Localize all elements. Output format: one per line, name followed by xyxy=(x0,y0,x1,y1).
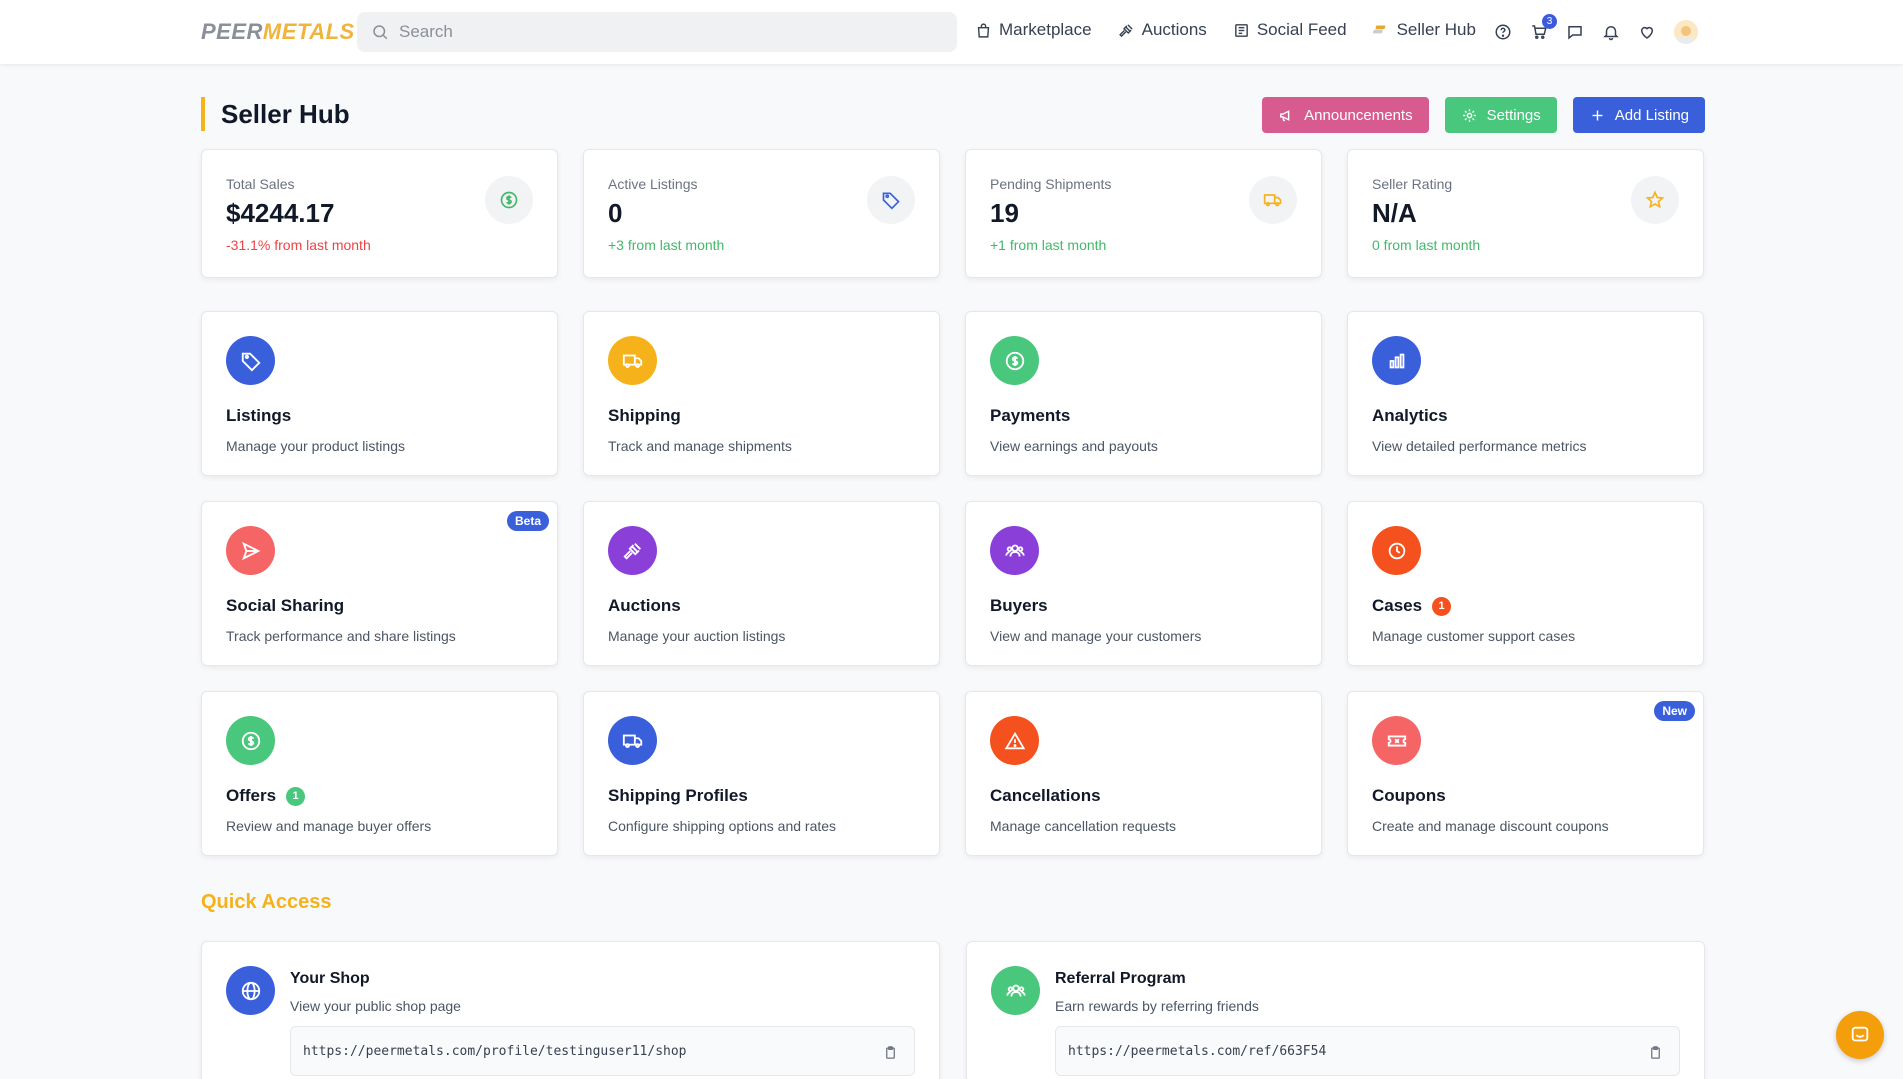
user-avatar[interactable] xyxy=(1674,20,1698,44)
add-listing-button[interactable]: Add Listing xyxy=(1572,97,1705,133)
tag-icon xyxy=(867,176,915,224)
help-icon xyxy=(1495,24,1511,40)
stats-row: Total Sales $4244.17 -31.1% from last mo… xyxy=(201,149,1705,278)
ticket-icon xyxy=(1372,716,1421,765)
nav-link-auctions[interactable]: Auctions xyxy=(1118,20,1207,40)
feature-card-payments[interactable]: Payments View earnings and payouts xyxy=(965,311,1322,476)
cases-count-badge: 1 xyxy=(1432,596,1452,616)
clipboard-icon xyxy=(1650,1045,1660,1059)
gold-bars-icon xyxy=(1372,25,1385,33)
nav-link-marketplace[interactable]: Marketplace xyxy=(975,20,1092,40)
feature-card-listings[interactable]: Listings Manage your product listings xyxy=(201,311,558,476)
messages-button[interactable] xyxy=(1566,23,1584,41)
stat-card-active-listings: Active Listings 0 +3 from last month xyxy=(583,149,940,278)
truck-icon xyxy=(608,716,657,765)
feature-card-coupons[interactable]: New Coupons Create and manage discount c… xyxy=(1347,691,1704,856)
search-input[interactable] xyxy=(399,22,939,42)
nav-link-social-feed[interactable]: Social Feed xyxy=(1233,20,1347,40)
gear-icon xyxy=(1462,108,1476,122)
bell-icon xyxy=(1603,26,1619,41)
new-badge: New xyxy=(1654,701,1695,721)
truck-icon xyxy=(608,336,657,385)
header-actions: Announcements Settings Add Listing xyxy=(1262,97,1705,133)
feature-card-social-sharing[interactable]: Beta Social Sharing Track performance an… xyxy=(201,501,558,666)
nav-icon-group: 3 xyxy=(1494,14,1698,44)
stat-card-total-sales: Total Sales $4244.17 -31.1% from last mo… xyxy=(201,149,558,278)
search-icon xyxy=(373,25,388,40)
shop-url-field[interactable]: https://peermetals.com/profile/testingus… xyxy=(290,1026,915,1076)
copy-referral-url-button[interactable] xyxy=(1643,1040,1667,1064)
search-bar xyxy=(357,12,957,52)
chat-bubble-icon xyxy=(1568,26,1582,40)
users-icon xyxy=(990,526,1039,575)
chat-icon xyxy=(1851,1026,1869,1042)
newspaper-icon xyxy=(1234,23,1248,37)
feature-card-shipping[interactable]: Shipping Track and manage shipments xyxy=(583,311,940,476)
dollar-icon xyxy=(485,176,533,224)
truck-icon xyxy=(1249,176,1297,224)
plus-icon xyxy=(1592,110,1603,120)
quick-access-cards: Your Shop View your public shop page htt… xyxy=(201,941,1705,1079)
feature-card-cancellations[interactable]: Cancellations Manage cancellation reques… xyxy=(965,691,1322,856)
feature-card-cases[interactable]: Cases 1 Manage customer support cases xyxy=(1347,501,1704,666)
notifications-button[interactable] xyxy=(1602,23,1620,41)
tag-icon xyxy=(226,336,275,385)
top-navbar: PEERMETALS Marketplace Auctions Social F… xyxy=(0,0,1903,64)
avatar-icon xyxy=(1674,20,1698,44)
bar-chart-icon xyxy=(1372,336,1421,385)
quick-access-referral-program: Referral Program Earn rewards by referri… xyxy=(966,941,1705,1079)
cart-button[interactable]: 3 xyxy=(1530,14,1557,41)
dollar-icon xyxy=(990,336,1039,385)
clock-icon xyxy=(1372,526,1421,575)
settings-button[interactable]: Settings xyxy=(1444,97,1557,133)
page-header: Seller Hub Announcements Settings Add Li… xyxy=(201,97,1705,133)
copy-shop-url-button[interactable] xyxy=(878,1040,902,1064)
globe-icon xyxy=(226,966,275,1015)
star-icon xyxy=(1631,176,1679,224)
wishlist-button[interactable] xyxy=(1638,23,1656,41)
quick-access-heading: Quick Access xyxy=(201,891,332,913)
feature-card-offers[interactable]: Offers 1 Review and manage buyer offers xyxy=(201,691,558,856)
megaphone-icon xyxy=(1280,109,1290,121)
cart-count-badge: 3 xyxy=(1542,14,1557,29)
nav-link-seller-hub[interactable]: Seller Hub xyxy=(1372,20,1476,40)
bag-icon xyxy=(977,22,990,38)
users-icon xyxy=(991,966,1040,1015)
page-title: Seller Hub xyxy=(201,97,350,131)
dollar-icon xyxy=(226,716,275,765)
support-chat-button[interactable] xyxy=(1836,1011,1884,1059)
referral-url-field[interactable]: https://peermetals.com/ref/663F54 xyxy=(1055,1026,1680,1076)
nav-links: Marketplace Auctions Social Feed Seller … xyxy=(975,20,1476,40)
heart-icon xyxy=(1640,26,1654,39)
feature-card-shipping-profiles[interactable]: Shipping Profiles Configure shipping opt… xyxy=(583,691,940,856)
beta-badge: Beta xyxy=(506,511,549,531)
help-button[interactable] xyxy=(1494,23,1512,41)
send-icon xyxy=(226,526,275,575)
feature-grid: Listings Manage your product listings Sh… xyxy=(201,311,1705,856)
quick-access-your-shop: Your Shop View your public shop page htt… xyxy=(201,941,940,1079)
feature-card-buyers[interactable]: Buyers View and manage your customers xyxy=(965,501,1322,666)
announcements-button[interactable]: Announcements xyxy=(1262,97,1429,133)
gavel-icon xyxy=(1118,23,1133,37)
stat-card-pending-shipments: Pending Shipments 19 +1 from last month xyxy=(965,149,1322,278)
gavel-icon xyxy=(608,526,657,575)
stat-card-seller-rating: Seller Rating N/A 0 from last month xyxy=(1347,149,1704,278)
warning-icon xyxy=(990,716,1039,765)
feature-card-auctions[interactable]: Auctions Manage your auction listings xyxy=(583,501,940,666)
feature-card-analytics[interactable]: Analytics View detailed performance metr… xyxy=(1347,311,1704,476)
clipboard-icon xyxy=(885,1045,895,1059)
offers-count-badge: 1 xyxy=(286,786,306,806)
